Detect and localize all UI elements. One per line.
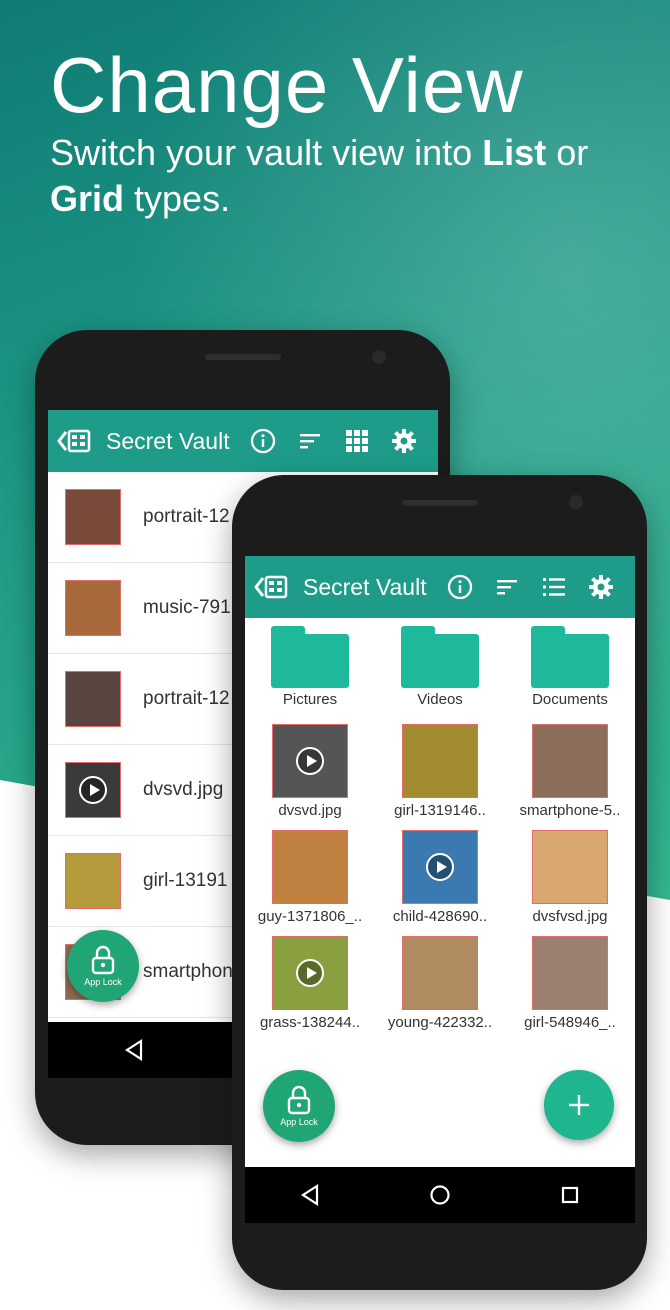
sort-icon[interactable] bbox=[494, 574, 520, 600]
folder-icon bbox=[531, 626, 611, 688]
list-item-name: portrait-12 bbox=[143, 688, 230, 709]
grid-file-name: guy-1371806_.. bbox=[257, 908, 363, 925]
info-icon[interactable] bbox=[447, 574, 473, 600]
list-item-thumbnail bbox=[65, 853, 121, 909]
front-app-title: Secret Vault bbox=[303, 573, 427, 600]
list-item-name: girl-13191 bbox=[143, 870, 228, 891]
plus-icon bbox=[569, 1095, 589, 1115]
play-icon bbox=[426, 853, 454, 881]
grid-file-name: dvsfvsd.jpg bbox=[532, 908, 608, 925]
folder-label: Videos bbox=[417, 691, 463, 708]
front-app-lock-button[interactable]: App Lock bbox=[263, 1070, 335, 1142]
grid-file-thumbnail bbox=[402, 724, 478, 798]
folder-icon bbox=[271, 626, 351, 688]
grid-file-name: grass-138244.. bbox=[259, 1014, 361, 1031]
promo-sub-suffix: types. bbox=[124, 178, 231, 219]
front-app-lock-label: App Lock bbox=[280, 1117, 318, 1127]
list-item-name: portrait-12 bbox=[143, 506, 230, 527]
front-phone-camera bbox=[569, 495, 583, 509]
back-phone-camera bbox=[372, 350, 386, 364]
nav-home-icon[interactable] bbox=[429, 1184, 451, 1206]
add-file-button[interactable] bbox=[544, 1070, 614, 1140]
front-phone-screen: Secret Vault Pictures Videos Documents d… bbox=[245, 556, 635, 1223]
back-phone-speaker bbox=[205, 354, 281, 360]
promo-subline: Switch your vault view into List or Grid… bbox=[50, 130, 650, 222]
front-phone-speaker bbox=[402, 500, 478, 506]
grid-file-name: young-422332.. bbox=[387, 1014, 493, 1031]
promo-sub-mid: or bbox=[546, 132, 589, 173]
info-icon[interactable] bbox=[250, 428, 276, 454]
grid-file-name: smartphone-5.. bbox=[519, 802, 621, 819]
back-vault-logo-icon[interactable] bbox=[56, 426, 92, 456]
promo-headline: Change View bbox=[50, 41, 524, 129]
list-item-thumbnail bbox=[65, 580, 121, 636]
folder-label: Documents bbox=[532, 691, 608, 708]
sort-icon[interactable] bbox=[297, 428, 323, 454]
list-item-thumbnail bbox=[65, 762, 121, 818]
list-item-thumbnail bbox=[65, 489, 121, 545]
lock-icon bbox=[287, 1085, 311, 1115]
grid-file-name: dvsvd.jpg bbox=[278, 802, 342, 819]
play-icon bbox=[296, 747, 324, 775]
front-vault-logo-icon[interactable] bbox=[253, 572, 289, 602]
front-nav-bar bbox=[245, 1167, 635, 1223]
promo-sub-prefix: Switch your vault view into bbox=[50, 132, 483, 173]
list-item-name: music-791 bbox=[143, 597, 231, 618]
promo-sub-bold-list: List bbox=[482, 132, 547, 173]
grid-file-thumbnail bbox=[272, 830, 348, 904]
grid-file-thumbnail bbox=[532, 724, 608, 798]
grid-file-thumbnail bbox=[272, 936, 348, 1010]
grid-file-name: girl-1319146.. bbox=[394, 802, 486, 819]
lock-icon bbox=[91, 945, 115, 975]
settings-icon[interactable] bbox=[588, 574, 614, 600]
grid-file-thumbnail bbox=[272, 724, 348, 798]
promo-sub-bold-grid: Grid bbox=[50, 178, 125, 219]
grid-view-icon[interactable] bbox=[344, 428, 370, 454]
back-appbar: Secret Vault bbox=[48, 410, 438, 472]
front-phone: Secret Vault Pictures Videos Documents d… bbox=[232, 475, 647, 1290]
settings-icon[interactable] bbox=[391, 428, 417, 454]
play-icon bbox=[79, 776, 107, 804]
play-icon bbox=[296, 959, 324, 987]
nav-back-icon[interactable] bbox=[300, 1184, 320, 1206]
list-item-thumbnail bbox=[65, 671, 121, 727]
grid-file-thumbnail bbox=[532, 830, 608, 904]
folder-label: Pictures bbox=[282, 691, 338, 708]
grid-file-name: child-428690.. bbox=[392, 908, 488, 925]
grid-file-thumbnail bbox=[532, 936, 608, 1010]
nav-recents-icon[interactable] bbox=[560, 1185, 580, 1205]
grid-file-thumbnail bbox=[402, 936, 478, 1010]
back-app-lock-label: App Lock bbox=[84, 977, 122, 987]
folder-icon bbox=[401, 626, 481, 688]
front-appbar: Secret Vault bbox=[245, 556, 635, 618]
grid-file-name: girl-548946_.. bbox=[524, 1014, 616, 1031]
grid-file-thumbnail bbox=[402, 830, 478, 904]
list-view-icon[interactable] bbox=[541, 574, 567, 600]
list-item-name: smartphon bbox=[143, 961, 233, 982]
list-item-name: dvsvd.jpg bbox=[143, 779, 224, 800]
back-app-title: Secret Vault bbox=[106, 427, 230, 454]
back-app-lock-button[interactable]: App Lock bbox=[67, 930, 139, 1002]
back-nav-back-icon[interactable] bbox=[124, 1039, 144, 1061]
